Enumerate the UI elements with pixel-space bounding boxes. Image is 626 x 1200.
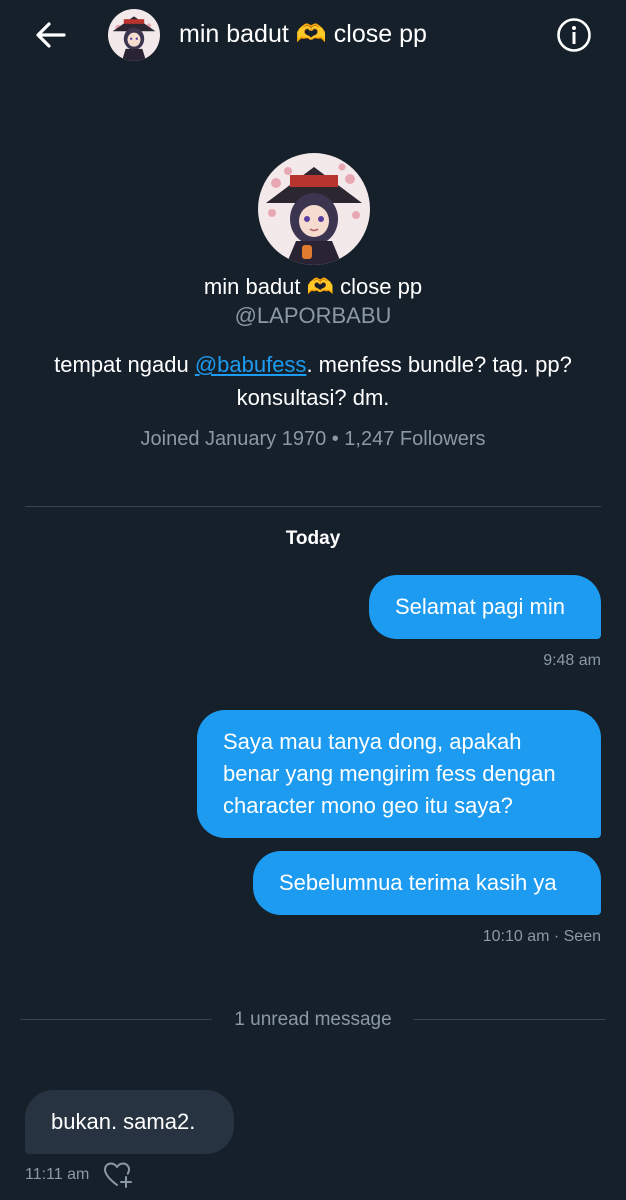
message-bubble-outgoing[interactable]: Saya mau tanya dong, apakah benar yang m… [197,710,601,838]
heart-plus-icon [104,1162,132,1188]
message-bubble-outgoing[interactable]: Selamat pagi min [369,575,601,639]
avatar-image [108,9,160,61]
message-timestamp: 9:48 am [543,652,601,669]
message-timestamp-seen: 10:10 am · Seen [482,928,601,945]
message-bubble-incoming[interactable]: bukan. sama2. [25,1090,234,1154]
bio-mention-link[interactable]: @babufess [195,352,307,377]
like-message-button[interactable] [103,1161,133,1189]
dm-conversation-screen: min badut 🫶 close pp min badut 🫶 close p… [0,0,626,1200]
section-divider [25,506,601,507]
arrow-left-icon [36,22,66,48]
unread-message-label: 1 unread message [234,1009,392,1030]
profile-name: min badut 🫶 close pp [203,274,423,299]
unread-divider-right [414,1019,606,1020]
back-button[interactable] [32,18,70,52]
conversation-title[interactable]: min badut 🫶 close pp [179,20,427,49]
profile-handle: @LAPORBABU [234,303,392,328]
avatar[interactable] [108,9,160,61]
message-bubble-outgoing[interactable]: Sebelumnua terima kasih ya [253,851,601,915]
profile-bio: tempat ngadu @babufess. menfess bundle? … [40,348,586,414]
unread-divider-left [20,1019,212,1020]
info-circle-icon [557,18,591,52]
profile-meta: Joined January 1970 • 1,247 Followers [140,428,486,450]
profile-avatar-image [258,153,370,265]
day-label: Today [285,528,341,549]
top-app-bar: min badut 🫶 close pp [0,0,626,72]
message-timestamp: 11:11 am [25,1166,90,1183]
profile-avatar[interactable] [258,153,370,265]
info-button[interactable] [556,17,592,53]
bio-text-prefix: tempat ngadu [54,352,195,377]
